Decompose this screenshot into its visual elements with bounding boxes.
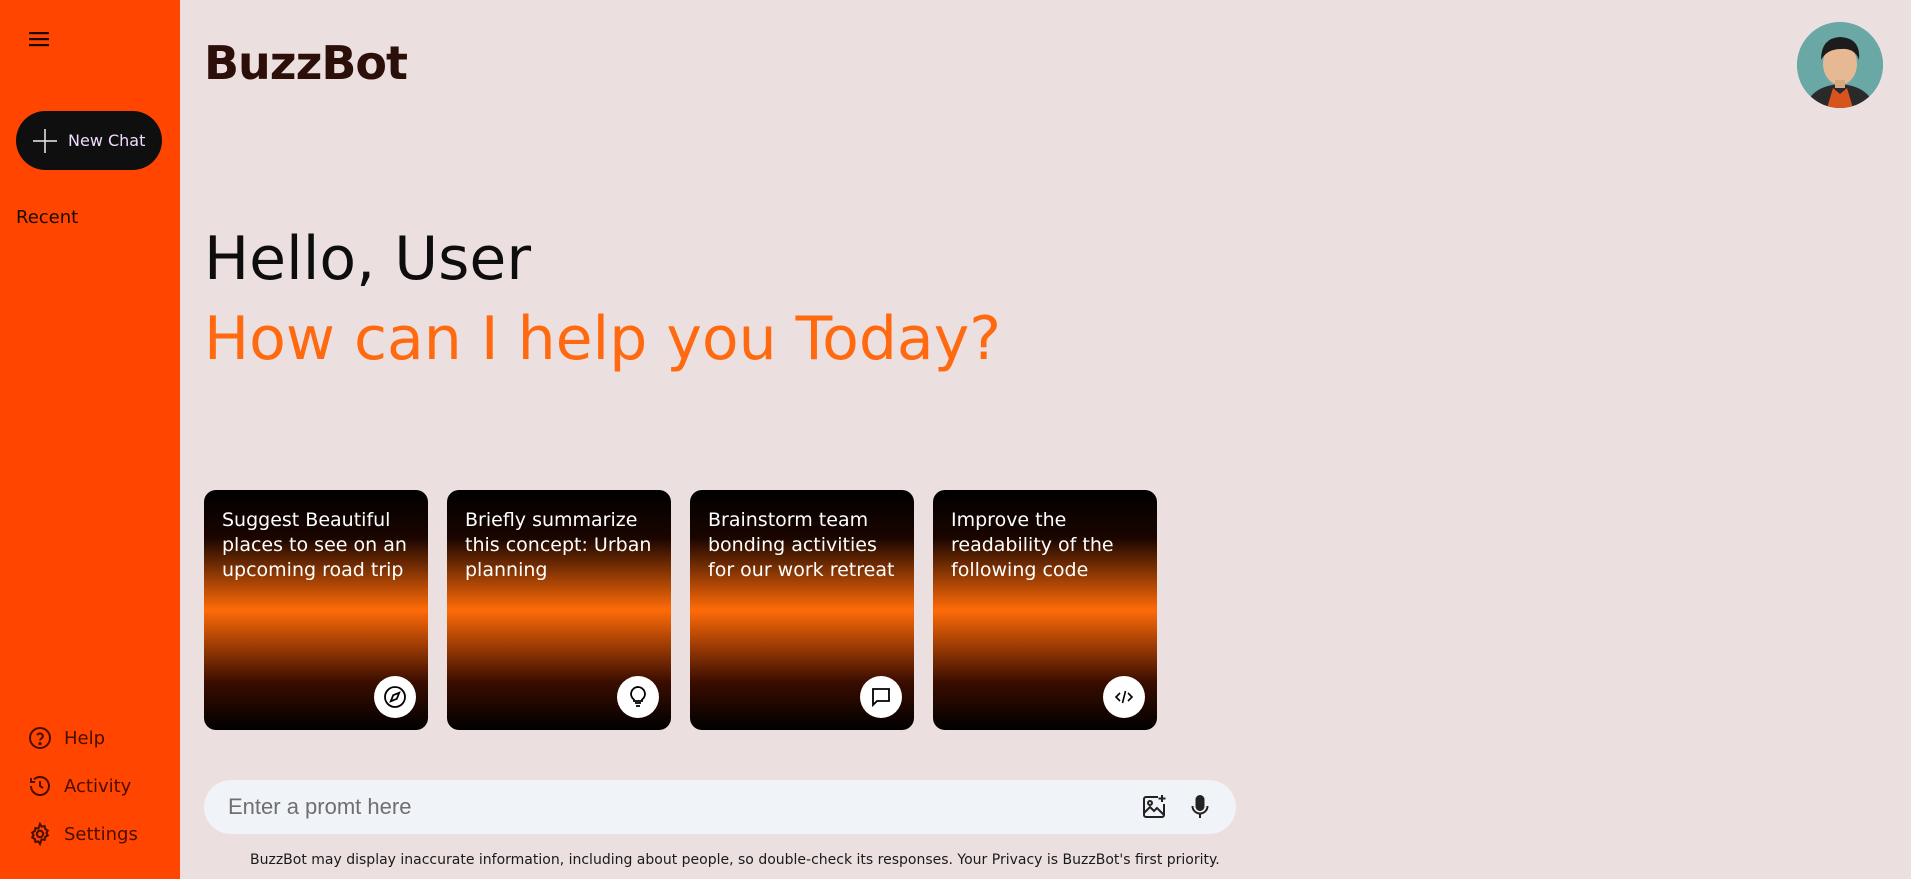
suggestion-card-team-bonding[interactable]: Brainstorm team bonding activities for o… (690, 490, 914, 730)
prompt-input[interactable] (228, 794, 1124, 820)
new-chat-label: New Chat (68, 131, 146, 150)
help-circle-icon (29, 727, 51, 749)
card-text: Briefly summarize this concept: Urban pl… (465, 509, 652, 581)
card-text: Brainstorm team bonding activities for o… (708, 509, 895, 581)
disclaimer-text: BuzzBot may display inaccurate informati… (250, 852, 1220, 868)
sidebar-item-help[interactable]: Help (28, 725, 138, 751)
suggestion-card-code-readability[interactable]: Improve the readability of the following… (933, 490, 1157, 730)
microphone-icon (1191, 795, 1209, 818)
compass-icon (384, 686, 406, 708)
sidebar-item-activity[interactable]: Activity (28, 773, 138, 799)
suggestion-card-road-trip[interactable]: Suggest Beautiful places to see on an up… (204, 490, 428, 730)
sidebar-item-label: Settings (64, 823, 138, 845)
voice-input-button[interactable] (1184, 791, 1216, 823)
suggestion-card-urban-planning[interactable]: Briefly summarize this concept: Urban pl… (447, 490, 671, 730)
card-text: Improve the readability of the following… (951, 509, 1114, 581)
greeting-subtitle: How can I help you Today? (204, 304, 1002, 374)
user-avatar[interactable] (1797, 22, 1883, 108)
app-root: New Chat Recent Help Activity Settings B… (0, 0, 1911, 879)
plus-icon (33, 128, 57, 153)
code-icon (1114, 690, 1134, 704)
message-icon (872, 688, 890, 708)
suggestion-cards: Suggest Beautiful places to see on an up… (204, 490, 1157, 730)
card-text: Suggest Beautiful places to see on an up… (222, 509, 407, 581)
avatar-image (1797, 22, 1883, 108)
sidebar-item-label: Activity (64, 775, 132, 797)
brand-title: BuzzBot (204, 36, 408, 90)
prompt-bar (204, 780, 1236, 834)
image-upload-button[interactable] (1138, 791, 1170, 823)
gear-icon (30, 822, 50, 846)
menu-icon[interactable] (26, 28, 54, 50)
image-add-icon (1143, 795, 1166, 818)
sidebar: New Chat Recent Help Activity Settings (0, 0, 180, 879)
history-icon (30, 776, 50, 796)
recent-heading: Recent (16, 207, 79, 228)
lightbulb-icon (630, 686, 646, 707)
sidebar-bottom-menu: Help Activity Settings (28, 725, 138, 869)
sidebar-item-label: Help (64, 727, 106, 749)
sidebar-item-settings[interactable]: Settings (28, 821, 138, 847)
new-chat-button[interactable]: New Chat (16, 111, 162, 170)
greeting-heading: Hello, User (204, 224, 531, 294)
